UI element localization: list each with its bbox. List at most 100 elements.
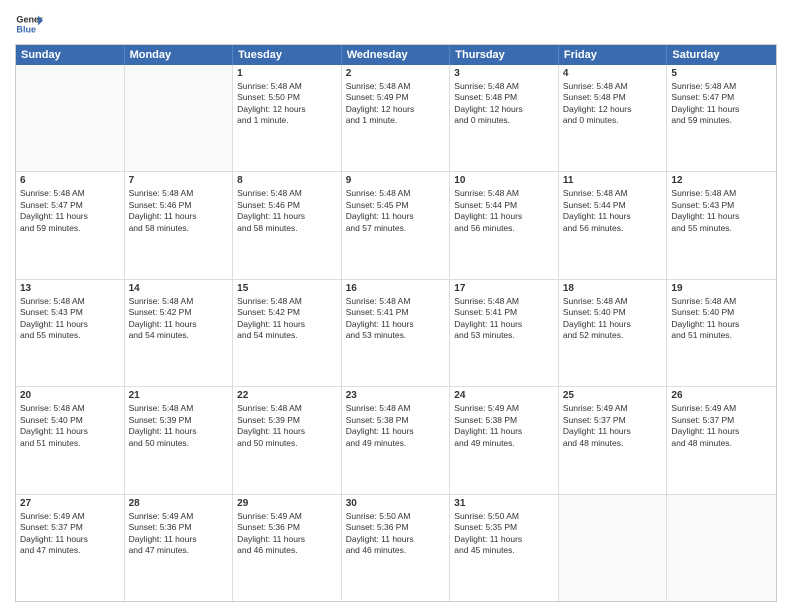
day-info: Sunrise: 5:48 AM Sunset: 5:43 PM Dayligh… — [671, 188, 772, 234]
week-row-1: 1 Sunrise: 5:48 AM Sunset: 5:50 PM Daylig… — [16, 65, 776, 172]
day-number: 20 — [20, 390, 120, 401]
day-info: Sunrise: 5:49 AM Sunset: 5:38 PM Dayligh… — [454, 403, 554, 449]
day-info: Sunrise: 5:49 AM Sunset: 5:37 PM Dayligh… — [671, 403, 772, 449]
day-info: Sunrise: 5:48 AM Sunset: 5:40 PM Dayligh… — [563, 296, 663, 342]
day-number: 6 — [20, 175, 120, 186]
day-info: Sunrise: 5:48 AM Sunset: 5:39 PM Dayligh… — [129, 403, 229, 449]
day-info: Sunrise: 5:48 AM Sunset: 5:40 PM Dayligh… — [20, 403, 120, 449]
day-cell: 4 Sunrise: 5:48 AM Sunset: 5:48 PM Daylig… — [559, 65, 668, 171]
day-info: Sunrise: 5:48 AM Sunset: 5:48 PM Dayligh… — [563, 81, 663, 127]
day-number: 29 — [237, 498, 337, 509]
day-info: Sunrise: 5:50 AM Sunset: 5:36 PM Dayligh… — [346, 511, 446, 557]
day-cell: 7 Sunrise: 5:48 AM Sunset: 5:46 PM Daylig… — [125, 172, 234, 278]
day-number: 12 — [671, 175, 772, 186]
day-number: 26 — [671, 390, 772, 401]
day-info: Sunrise: 5:48 AM Sunset: 5:50 PM Dayligh… — [237, 81, 337, 127]
day-number: 1 — [237, 68, 337, 79]
header: General Blue — [15, 10, 777, 38]
day-info: Sunrise: 5:48 AM Sunset: 5:46 PM Dayligh… — [129, 188, 229, 234]
day-number: 14 — [129, 283, 229, 294]
day-info: Sunrise: 5:48 AM Sunset: 5:42 PM Dayligh… — [129, 296, 229, 342]
day-cell: 19 Sunrise: 5:48 AM Sunset: 5:40 PM Dayli… — [667, 280, 776, 386]
weeks: 1 Sunrise: 5:48 AM Sunset: 5:50 PM Daylig… — [16, 65, 776, 601]
svg-text:Blue: Blue — [16, 24, 36, 34]
week-row-3: 13 Sunrise: 5:48 AM Sunset: 5:43 PM Dayli… — [16, 280, 776, 387]
day-info: Sunrise: 5:49 AM Sunset: 5:37 PM Dayligh… — [563, 403, 663, 449]
header-friday: Friday — [559, 45, 668, 65]
day-number: 4 — [563, 68, 663, 79]
day-number: 21 — [129, 390, 229, 401]
header-wednesday: Wednesday — [342, 45, 451, 65]
day-headers: Sunday Monday Tuesday Wednesday Thursday… — [16, 45, 776, 65]
day-cell: 30 Sunrise: 5:50 AM Sunset: 5:36 PM Dayli… — [342, 495, 451, 601]
day-number: 9 — [346, 175, 446, 186]
day-info: Sunrise: 5:48 AM Sunset: 5:48 PM Dayligh… — [454, 81, 554, 127]
day-cell: 12 Sunrise: 5:48 AM Sunset: 5:43 PM Dayli… — [667, 172, 776, 278]
day-number: 27 — [20, 498, 120, 509]
day-cell: 20 Sunrise: 5:48 AM Sunset: 5:40 PM Dayli… — [16, 387, 125, 493]
day-number: 23 — [346, 390, 446, 401]
logo-icon: General Blue — [15, 10, 43, 38]
day-cell: 3 Sunrise: 5:48 AM Sunset: 5:48 PM Daylig… — [450, 65, 559, 171]
day-info: Sunrise: 5:48 AM Sunset: 5:39 PM Dayligh… — [237, 403, 337, 449]
day-cell: 5Sunrise: 5:48 AM Sunset: 5:47 PM Daylig… — [667, 65, 776, 171]
day-cell: 13 Sunrise: 5:48 AM Sunset: 5:43 PM Dayli… — [16, 280, 125, 386]
day-cell: 11 Sunrise: 5:48 AM Sunset: 5:44 PM Dayli… — [559, 172, 668, 278]
day-info: Sunrise: 5:48 AM Sunset: 5:46 PM Dayligh… — [237, 188, 337, 234]
day-cell: 25Sunrise: 5:49 AM Sunset: 5:37 PM Dayli… — [559, 387, 668, 493]
day-cell: 14 Sunrise: 5:48 AM Sunset: 5:42 PM Dayli… — [125, 280, 234, 386]
day-info: Sunrise: 5:49 AM Sunset: 5:36 PM Dayligh… — [237, 511, 337, 557]
day-number: 31 — [454, 498, 554, 509]
header-thursday: Thursday — [450, 45, 559, 65]
day-cell: 27Sunrise: 5:49 AM Sunset: 5:37 PM Dayli… — [16, 495, 125, 601]
day-number: 16 — [346, 283, 446, 294]
day-cell: 22Sunrise: 5:48 AM Sunset: 5:39 PM Dayli… — [233, 387, 342, 493]
day-cell: 9 Sunrise: 5:48 AM Sunset: 5:45 PM Daylig… — [342, 172, 451, 278]
day-cell — [16, 65, 125, 171]
logo: General Blue — [15, 10, 43, 38]
day-number: 10 — [454, 175, 554, 186]
week-row-2: 6 Sunrise: 5:48 AM Sunset: 5:47 PM Daylig… — [16, 172, 776, 279]
day-info: Sunrise: 5:48 AM Sunset: 5:49 PM Dayligh… — [346, 81, 446, 127]
day-info: Sunrise: 5:48 AM Sunset: 5:42 PM Dayligh… — [237, 296, 337, 342]
day-number: 13 — [20, 283, 120, 294]
day-number: 11 — [563, 175, 663, 186]
day-cell: 21 Sunrise: 5:48 AM Sunset: 5:39 PM Dayli… — [125, 387, 234, 493]
day-number: 17 — [454, 283, 554, 294]
day-info: Sunrise: 5:48 AM Sunset: 5:41 PM Dayligh… — [346, 296, 446, 342]
day-number: 7 — [129, 175, 229, 186]
header-monday: Monday — [125, 45, 234, 65]
day-number: 18 — [563, 283, 663, 294]
day-number: 19 — [671, 283, 772, 294]
header-tuesday: Tuesday — [233, 45, 342, 65]
day-number: 3 — [454, 68, 554, 79]
day-info: Sunrise: 5:50 AM Sunset: 5:35 PM Dayligh… — [454, 511, 554, 557]
day-number: 15 — [237, 283, 337, 294]
day-info: Sunrise: 5:48 AM Sunset: 5:44 PM Dayligh… — [454, 188, 554, 234]
day-cell: 6 Sunrise: 5:48 AM Sunset: 5:47 PM Daylig… — [16, 172, 125, 278]
day-cell — [125, 65, 234, 171]
calendar: Sunday Monday Tuesday Wednesday Thursday… — [15, 44, 777, 602]
day-info: Sunrise: 5:49 AM Sunset: 5:36 PM Dayligh… — [129, 511, 229, 557]
day-info: Sunrise: 5:48 AM Sunset: 5:41 PM Dayligh… — [454, 296, 554, 342]
day-cell — [559, 495, 668, 601]
day-info: Sunrise: 5:48 AM Sunset: 5:38 PM Dayligh… — [346, 403, 446, 449]
day-number: 24 — [454, 390, 554, 401]
day-cell — [667, 495, 776, 601]
week-row-5: 27Sunrise: 5:49 AM Sunset: 5:37 PM Dayli… — [16, 495, 776, 601]
day-info: Sunrise: 5:48 AM Sunset: 5:45 PM Dayligh… — [346, 188, 446, 234]
day-cell: 24 Sunrise: 5:49 AM Sunset: 5:38 PM Dayli… — [450, 387, 559, 493]
day-cell: 8Sunrise: 5:48 AM Sunset: 5:46 PM Daylig… — [233, 172, 342, 278]
day-info: Sunrise: 5:48 AM Sunset: 5:40 PM Dayligh… — [671, 296, 772, 342]
day-info: Sunrise: 5:48 AM Sunset: 5:43 PM Dayligh… — [20, 296, 120, 342]
day-info: Sunrise: 5:48 AM Sunset: 5:44 PM Dayligh… — [563, 188, 663, 234]
day-cell: 2Sunrise: 5:48 AM Sunset: 5:49 PM Daylig… — [342, 65, 451, 171]
header-sunday: Sunday — [16, 45, 125, 65]
page: General Blue Sunday Monday Tuesday Wedne… — [0, 0, 792, 612]
day-number: 30 — [346, 498, 446, 509]
day-cell: 31 Sunrise: 5:50 AM Sunset: 5:35 PM Dayli… — [450, 495, 559, 601]
day-cell: 29 Sunrise: 5:49 AM Sunset: 5:36 PM Dayli… — [233, 495, 342, 601]
day-cell: 10 Sunrise: 5:48 AM Sunset: 5:44 PM Dayli… — [450, 172, 559, 278]
day-cell: 15 Sunrise: 5:48 AM Sunset: 5:42 PM Dayli… — [233, 280, 342, 386]
day-info: Sunrise: 5:48 AM Sunset: 5:47 PM Dayligh… — [20, 188, 120, 234]
